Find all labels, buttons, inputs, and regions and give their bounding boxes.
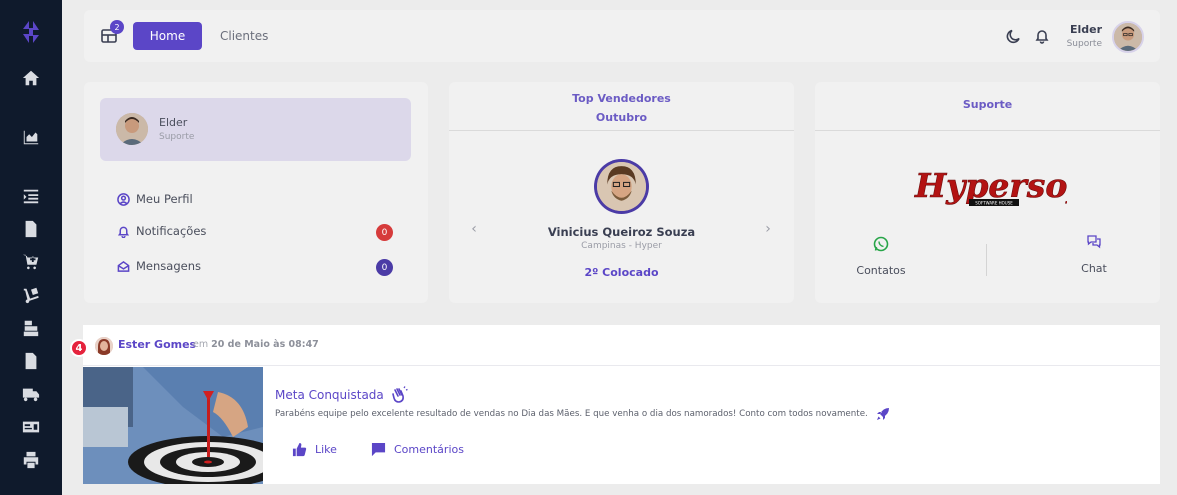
truck-icon[interactable] — [21, 384, 41, 404]
topbar-user-name: Elder — [1069, 23, 1102, 36]
nav-home-button[interactable]: Home — [133, 22, 202, 50]
bell-icon — [117, 226, 130, 238]
menu-mensagens[interactable]: Mensagens — [117, 259, 201, 273]
boxes-icon[interactable] — [21, 318, 41, 338]
post-author-avatar — [95, 337, 113, 355]
chart-area-icon[interactable] — [21, 127, 41, 147]
messages-count-badge: 0 — [376, 259, 393, 276]
profile-avatar — [116, 113, 148, 145]
envelope-icon — [117, 260, 130, 272]
chat-button[interactable]: Chat — [1034, 234, 1154, 275]
seller-city: Campinas - Hyper — [581, 241, 662, 251]
like-button[interactable]: Like — [292, 442, 337, 457]
menu-label: Notificações — [136, 224, 207, 238]
contatos-label: Contatos — [856, 264, 906, 277]
notifications-bell-icon[interactable] — [1034, 28, 1052, 46]
seller-rank: 2º Colocado — [584, 266, 659, 279]
sidebar — [0, 0, 62, 495]
menu-label: Mensagens — [136, 259, 201, 273]
top-sellers-title: Top Vendedores — [572, 92, 671, 105]
notifications-count-badge: 0 — [376, 224, 393, 241]
profile-role: Suporte — [159, 132, 195, 142]
clapping-hands-icon — [391, 386, 408, 403]
apps-count-badge: 2 — [110, 20, 124, 34]
dolly-icon[interactable] — [21, 285, 41, 305]
post-title: Meta Conquistada — [275, 386, 408, 404]
support-title: Suporte — [962, 98, 1013, 111]
user-avatar[interactable] — [1112, 21, 1144, 53]
divider — [986, 244, 987, 276]
nav-clientes-link[interactable]: Clientes — [220, 22, 268, 50]
topbar-user-role: Suporte — [1066, 39, 1102, 49]
user-circle-icon — [117, 192, 130, 206]
seller-name: Vinicius Queiroz Souza — [547, 225, 696, 239]
top-sellers-card: Top Vendedores Outubro ‹ › Vinicius Quei… — [449, 82, 794, 303]
contatos-button[interactable]: Contatos — [821, 236, 941, 277]
profile-name: Elder — [159, 116, 188, 129]
menu-notificacoes[interactable]: Notificações — [117, 224, 206, 238]
dark-mode-moon-icon[interactable] — [1006, 28, 1024, 46]
app-logo-icon[interactable] — [21, 21, 41, 43]
comments-button[interactable]: Comentários — [371, 442, 464, 457]
profile-card: Elder Suporte Meu Perfil Notificações 0 … — [84, 82, 428, 303]
comments-label: Comentários — [394, 443, 464, 456]
post-image — [83, 367, 263, 484]
divider — [449, 130, 794, 131]
post-timestamp: em 20 de Maio às 08:47 — [193, 339, 319, 350]
support-card: Suporte Hypersoft SOFTWARE HOUSE Contato… — [815, 82, 1160, 303]
logo-subtext: SOFTWARE HOUSE — [975, 201, 1013, 206]
tour-step-badge: 4 — [70, 339, 88, 357]
printer-icon[interactable] — [21, 450, 41, 470]
cart-icon[interactable] — [21, 252, 41, 272]
menu-label: Meu Perfil — [136, 192, 193, 206]
chat-label: Chat — [1081, 262, 1107, 275]
document-icon[interactable] — [21, 351, 41, 371]
top-navbar: 2 Home Clientes Elder Suporte — [84, 10, 1160, 62]
post-body: Parabéns equipe pelo excelente resultado… — [275, 407, 890, 421]
id-card-icon[interactable] — [21, 417, 41, 437]
seller-avatar — [594, 159, 649, 214]
top-sellers-month: Outubro — [595, 111, 648, 124]
file-icon[interactable] — [21, 219, 41, 239]
profile-summary[interactable]: Elder Suporte — [100, 98, 411, 161]
like-label: Like — [315, 443, 337, 456]
post-author-name[interactable]: Ester Gomes — [118, 338, 196, 351]
list-icon[interactable] — [21, 186, 41, 206]
post-header: Ester Gomes em 20 de Maio às 08:47 — [83, 325, 1160, 366]
home-icon[interactable] — [21, 68, 41, 88]
thumbs-up-icon — [292, 442, 307, 457]
menu-meu-perfil[interactable]: Meu Perfil — [117, 192, 193, 206]
hypersoft-logo: Hypersoft SOFTWARE HOUSE — [912, 165, 1097, 211]
divider — [815, 130, 1160, 131]
rocket-icon — [876, 408, 889, 420]
chat-bubbles-icon — [1087, 235, 1101, 249]
whatsapp-icon — [873, 236, 889, 252]
feed-post: Ester Gomes em 20 de Maio às 08:47 Meta … — [83, 325, 1160, 484]
comment-icon — [371, 442, 386, 457]
